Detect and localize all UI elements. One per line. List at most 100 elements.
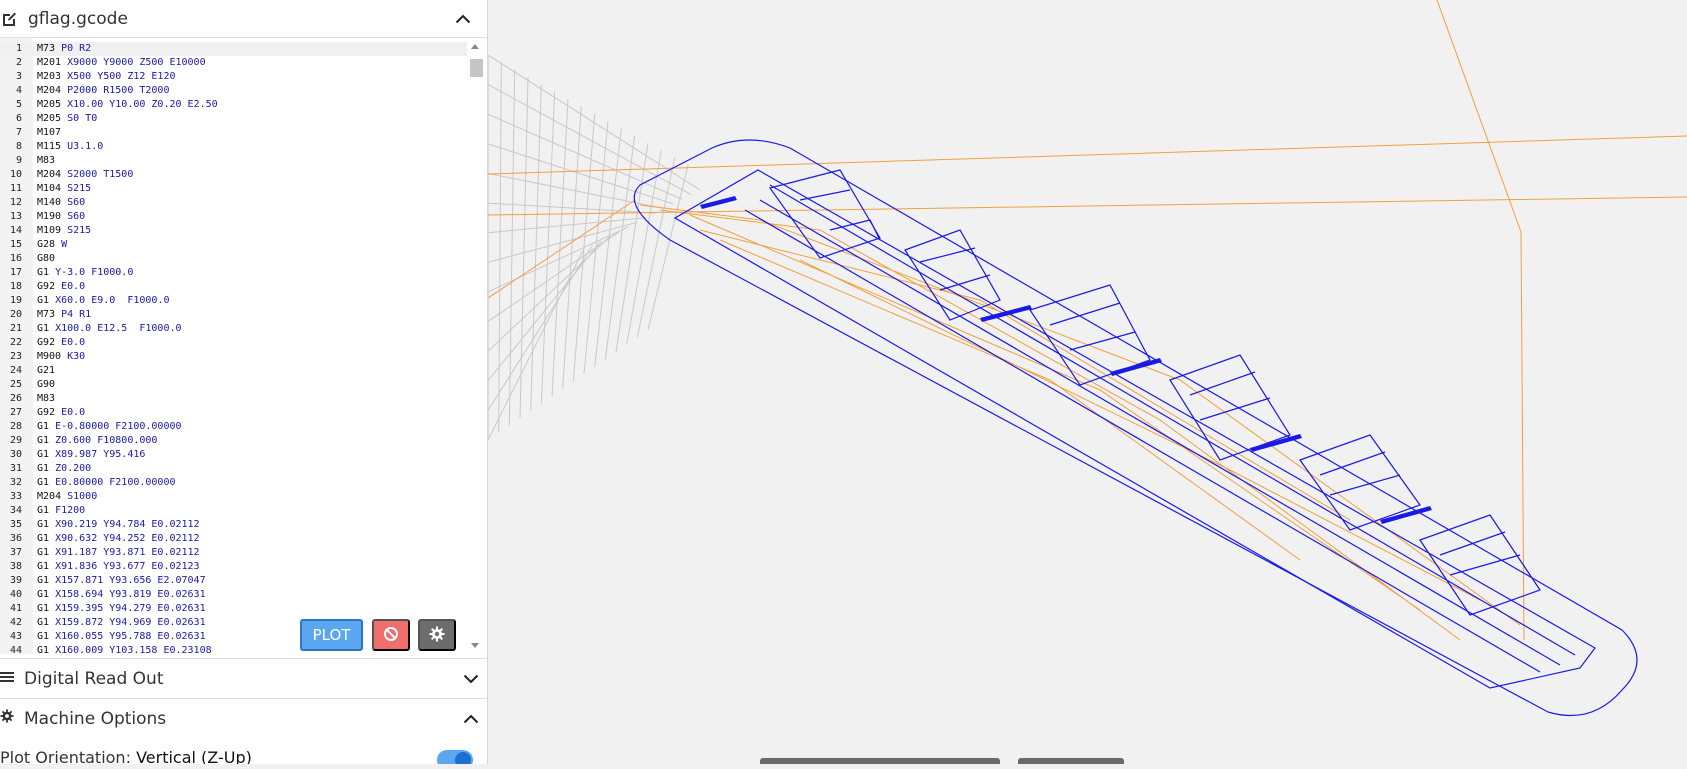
gcode-line[interactable]: 1 M73 P0 R2: [0, 42, 467, 56]
gcode-command: G90: [37, 379, 56, 390]
stop-button[interactable]: [372, 619, 410, 651]
3d-viewport[interactable]: [487, 0, 1687, 764]
gcode-line[interactable]: 14 M109 S215: [0, 224, 467, 238]
gcode-line[interactable]: 36 G1 X90.632 Y94.252 E0.02112: [0, 532, 467, 546]
gcode-text: G1 X157.871 Y93.656 E2.07047: [37, 574, 206, 588]
gcode-line[interactable]: 19 G1 X60.0 E9.0 F1000.0: [0, 294, 467, 308]
gcode-line[interactable]: 38 G1 X91.836 Y93.677 E0.02123: [0, 560, 467, 574]
line-number: 3: [15, 71, 22, 82]
gcode-line[interactable]: 3 M203 X500 Y500 Z12 E120: [0, 70, 467, 84]
gcode-line[interactable]: 13 M190 S60: [0, 210, 467, 224]
gcode-command: M205: [37, 99, 62, 110]
grid-line: [487, 240, 602, 382]
gcode-args: K30: [67, 351, 86, 362]
gcode-line[interactable]: 20 M73 P4 R1: [0, 308, 467, 322]
gcode-line[interactable]: 26 M83: [0, 392, 467, 406]
chevron-up-icon[interactable]: [453, 9, 473, 29]
gcode-line[interactable]: 34 G1 F1200: [0, 504, 467, 518]
gcode-line[interactable]: 5 M205 X10.00 Y10.00 Z0.20 E2.50: [0, 98, 467, 112]
grid-line: [615, 142, 649, 353]
gcode-args: P0 R2: [61, 43, 92, 54]
gcode-line[interactable]: 37 G1 X91.187 Y93.871 E0.02112: [0, 546, 467, 560]
line-number: 2: [15, 57, 22, 68]
gcode-line[interactable]: 2 M201 X9000 Y9000 Z500 E10000: [0, 56, 467, 70]
line-number: 19: [9, 295, 22, 306]
gcode-panel-header[interactable]: gflag.gcode: [0, 0, 487, 38]
grid-line: [487, 245, 593, 411]
gcode-command: M205: [37, 113, 62, 124]
editor-scrollbar[interactable]: [467, 38, 484, 654]
gcode-line[interactable]: 39 G1 X157.871 Y93.656 E2.07047: [0, 574, 467, 588]
gcode-line[interactable]: 18 G92 E0.0: [0, 280, 467, 294]
gcode-command: G1: [37, 575, 50, 586]
line-number: 7: [15, 127, 22, 138]
scroll-thumb[interactable]: [470, 59, 483, 77]
gcode-line[interactable]: 28 G1 E-0.80000 F2100.00000: [0, 420, 467, 434]
chevron-up-icon[interactable]: [461, 709, 481, 729]
gcode-line[interactable]: 33 M204 S1000: [0, 490, 467, 504]
gcode-command: M204: [37, 169, 62, 180]
gcode-filename: gflag.gcode: [28, 8, 128, 29]
bottom-tab-2[interactable]: [1018, 758, 1124, 764]
gcode-line[interactable]: 22 G92 E0.0: [0, 336, 467, 350]
gcode-text: G1 E0.80000 F2100.00000: [37, 476, 176, 490]
gcode-line[interactable]: 12 M140 S60: [0, 196, 467, 210]
gcode-line[interactable]: 7 M107: [0, 126, 467, 140]
bottom-tab-1[interactable]: [760, 758, 1000, 764]
gcode-args: X90.632 Y94.252 E0.02112: [55, 533, 200, 544]
gcode-line[interactable]: 8 M115 U3.1.0: [0, 140, 467, 154]
gcode-line[interactable]: 9 M83: [0, 154, 467, 168]
gcode-args: S215: [67, 225, 92, 236]
plot-orientation-toggle[interactable]: [437, 750, 473, 764]
scroll-up-arrow-icon[interactable]: [471, 44, 479, 49]
line-number: 31: [9, 463, 22, 474]
gcode-line[interactable]: 32 G1 E0.80000 F2100.00000: [0, 476, 467, 490]
plot-button[interactable]: PLOT: [300, 619, 363, 651]
gcode-editor[interactable]: 1 M73 P0 R2 2 M201 X9000 Y9000 Z500 E10000 3…: [0, 38, 487, 654]
gcode-line[interactable]: 10 M204 S2000 T1500: [0, 168, 467, 182]
gcode-args: X159.395 Y94.279 E0.02631: [55, 603, 206, 614]
gcode-line[interactable]: 11 M104 S215: [0, 182, 467, 196]
line-number: 40: [9, 589, 22, 600]
digital-readout-header[interactable]: Digital Read Out: [0, 658, 487, 698]
gcode-line[interactable]: 15 G28 W: [0, 238, 467, 252]
line-number: 14: [9, 225, 22, 236]
gcode-line[interactable]: 21 G1 X100.0 E12.5 F1000.0: [0, 322, 467, 336]
gcode-line[interactable]: 6 M205 S0 T0: [0, 112, 467, 126]
chevron-down-icon[interactable]: [461, 669, 481, 689]
gcode-line[interactable]: 16 G80: [0, 252, 467, 266]
settings-button[interactable]: [418, 619, 456, 651]
gcode-line[interactable]: 27 G92 E0.0: [0, 406, 467, 420]
gcode-line[interactable]: 25 G90: [0, 378, 467, 392]
gcode-text: G1 Z0.600 F10800.000: [37, 434, 157, 448]
gcode-line[interactable]: 40 G1 X158.694 Y93.819 E0.02631: [0, 588, 467, 602]
line-number: 28: [9, 421, 22, 432]
gcode-line[interactable]: 4 M204 P2000 R1500 T2000: [0, 84, 467, 98]
toolpath-canvas[interactable]: [487, 0, 1687, 764]
line-number: 41: [9, 603, 22, 614]
machine-options-header[interactable]: Machine Options: [0, 698, 487, 738]
gcode-args: Z0.600 F10800.000: [55, 435, 158, 446]
gcode-line[interactable]: 17 G1 Y-3.0 F1000.0: [0, 266, 467, 280]
gcode-line[interactable]: 30 G1 X89.987 Y95.416: [0, 448, 467, 462]
gcode-command: M204: [37, 85, 62, 96]
gcode-line[interactable]: 35 G1 X90.219 Y94.784 E0.02112: [0, 518, 467, 532]
gcode-line[interactable]: 29 G1 Z0.600 F10800.000: [0, 434, 467, 448]
gcode-text: G90: [37, 378, 61, 392]
digital-readout-title: Digital Read Out: [24, 668, 164, 689]
gcode-text: M140 S60: [37, 196, 85, 210]
gcode-text: M83: [37, 392, 61, 406]
gcode-text: M73 P4 R1: [37, 308, 91, 322]
line-number: 18: [9, 281, 22, 292]
line-number: 42: [9, 617, 22, 628]
gcode-line[interactable]: 31 G1 Z0.200: [0, 462, 467, 476]
gcode-line[interactable]: 41 G1 X159.395 Y94.279 E0.02631: [0, 602, 467, 616]
gcode-line[interactable]: 23 M900 K30: [0, 350, 467, 364]
plot-orientation-value: Vertical (Z-Up): [136, 748, 252, 764]
gcode-line[interactable]: 24 G21: [0, 364, 467, 378]
gcode-args: Y-3.0 F1000.0: [55, 267, 134, 278]
gcode-text: M109 S215: [37, 224, 91, 238]
scroll-down-arrow-icon[interactable]: [471, 643, 479, 648]
line-number: 22: [9, 337, 22, 348]
machine-options-title: Machine Options: [24, 708, 167, 729]
